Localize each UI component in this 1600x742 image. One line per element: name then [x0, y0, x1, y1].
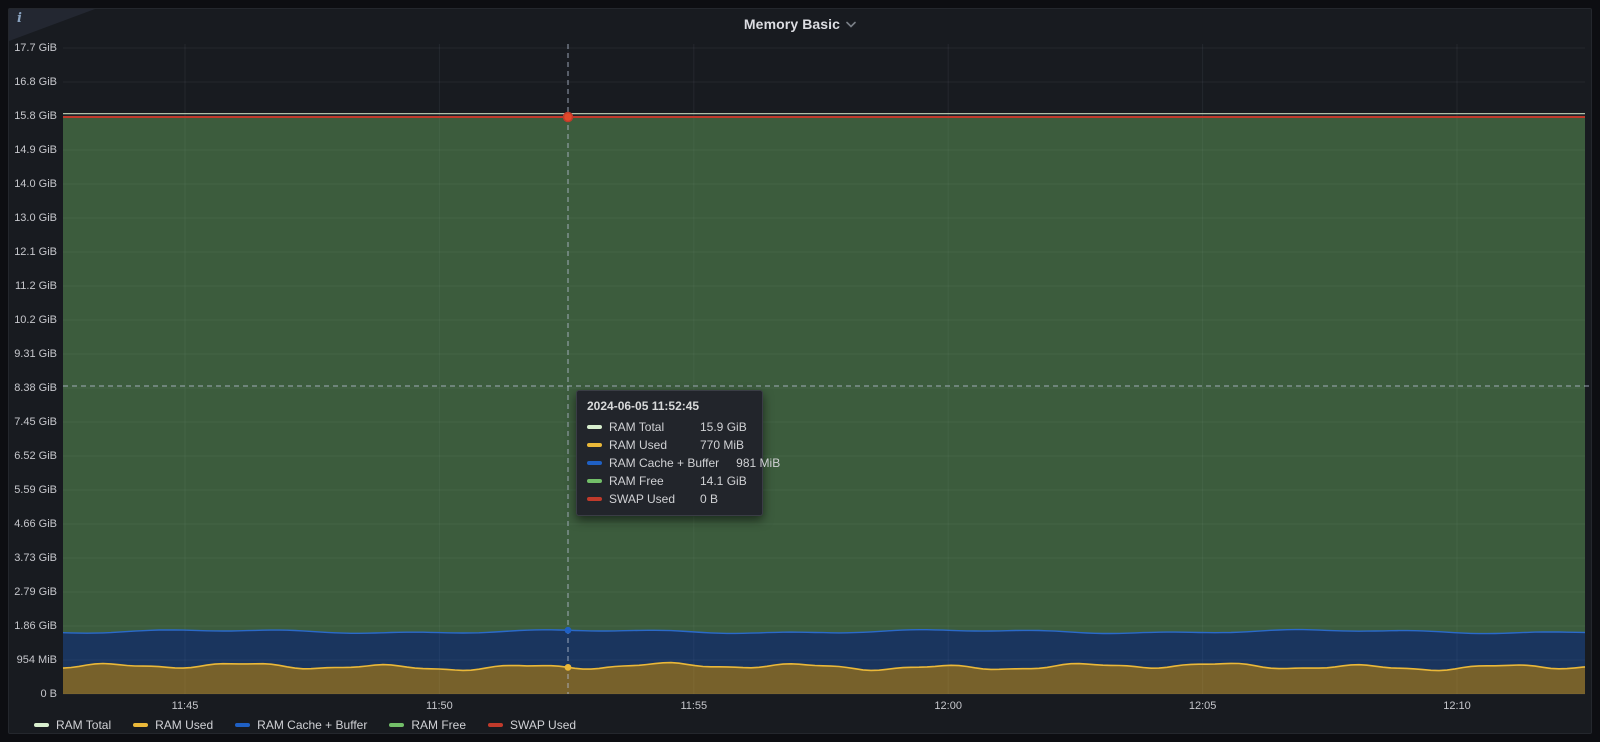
tooltip-row: RAM Cache + Buffer981 MiB [587, 456, 752, 470]
y-tick-label: 1.86 GiB [7, 620, 57, 632]
legend-label: SWAP Used [510, 718, 576, 732]
info-icon: i [17, 11, 22, 26]
legend-item[interactable]: SWAP Used [488, 718, 576, 732]
legend-item[interactable]: RAM Cache + Buffer [235, 718, 367, 732]
legend-color-swatch [133, 723, 148, 727]
y-tick-label: 8.38 GiB [7, 382, 57, 394]
panel-title: Memory Basic [744, 16, 840, 32]
legend-item[interactable]: RAM Total [34, 718, 111, 732]
legend-color-swatch [389, 723, 404, 727]
panel-header[interactable]: Memory Basic [8, 8, 1592, 40]
ram-cache-buffer-hover-point [565, 627, 572, 634]
legend-color-swatch [235, 723, 250, 727]
x-tick-label: 12:05 [1189, 700, 1217, 713]
y-tick-label: 4.66 GiB [7, 518, 57, 530]
legend-item[interactable]: RAM Free [389, 718, 466, 732]
y-tick-label: 2.79 GiB [7, 586, 57, 598]
legend-label: RAM Total [56, 718, 111, 732]
x-tick-label: 12:10 [1443, 700, 1471, 713]
panel-info-corner[interactable]: i [9, 9, 95, 41]
series-color-swatch [587, 479, 602, 483]
time-series-plot[interactable] [0, 0, 1600, 742]
y-tick-label: 9.31 GiB [7, 348, 57, 360]
y-tick-label: 7.45 GiB [7, 416, 57, 428]
y-tick-label: 10.2 GiB [7, 314, 57, 326]
tooltip-row: RAM Free 14.1 GiB [587, 474, 752, 488]
legend-color-swatch [488, 723, 503, 727]
x-tick-label: 11:55 [680, 700, 707, 713]
tooltip-series-value: 0 B [700, 492, 752, 506]
tooltip-series-label: RAM Free [609, 474, 693, 488]
tooltip-series-value: 981 MiB [736, 456, 788, 470]
tooltip-series-label: SWAP Used [609, 492, 693, 506]
y-tick-label: 11.2 GiB [7, 280, 57, 292]
tooltip-series-label: RAM Total [609, 420, 693, 434]
ram-used-hover-point [565, 664, 572, 671]
x-tick-label: 11:50 [426, 700, 453, 713]
tooltip-series-value: 14.1 GiB [700, 474, 752, 488]
y-tick-label: 15.8 GiB [7, 110, 57, 122]
series-color-swatch [587, 443, 602, 447]
y-tick-label: 14.0 GiB [7, 178, 57, 190]
chart-tooltip: 2024-06-05 11:52:45 RAM Total15.9 GiBRAM… [576, 390, 763, 516]
y-tick-label: 13.0 GiB [7, 212, 57, 224]
legend-item[interactable]: RAM Used [133, 718, 213, 732]
y-tick-label: 0 B [7, 688, 57, 700]
series-color-swatch [587, 497, 602, 501]
tooltip-row: SWAP Used 0 B [587, 492, 752, 506]
y-tick-label: 5.59 GiB [7, 484, 57, 496]
y-tick-label: 6.52 GiB [7, 450, 57, 462]
legend-label: RAM Free [411, 718, 466, 732]
y-tick-label: 16.8 GiB [7, 76, 57, 88]
y-tick-label: 12.1 GiB [7, 246, 57, 258]
tooltip-series-label: RAM Used [609, 438, 693, 452]
x-tick-label: 11:45 [172, 700, 199, 713]
swap-used-hover-point [564, 112, 573, 121]
tooltip-row: RAM Total 15.9 GiB [587, 420, 752, 434]
y-tick-label: 17.7 GiB [7, 42, 57, 54]
ram-free-area [63, 117, 1585, 634]
legend-label: RAM Used [155, 718, 213, 732]
tooltip-row: RAM Used 770 MiB [587, 438, 752, 452]
series-color-swatch [587, 425, 602, 429]
y-tick-label: 3.73 GiB [7, 552, 57, 564]
legend-color-swatch [34, 723, 49, 727]
legend-label: RAM Cache + Buffer [257, 718, 367, 732]
series-color-swatch [587, 461, 602, 465]
tooltip-rows: RAM Total 15.9 GiB RAM Used 770 MiB RAM Cach… [587, 420, 752, 506]
chevron-down-icon[interactable] [846, 15, 856, 33]
grafana-dashboard-page: i Memory Basic 0 B 954 MiB 1.86 GiB 2.79 Gi… [0, 0, 1600, 742]
tooltip-series-label: RAM Cache + Buffer [609, 456, 729, 470]
tooltip-timestamp: 2024-06-05 11:52:45 [587, 399, 752, 413]
tooltip-series-value: 770 MiB [700, 438, 752, 452]
chart-legend: RAM Total RAM Used RAM Cache + Buffer RAM F… [34, 716, 576, 733]
y-tick-label: 14.9 GiB [7, 144, 57, 156]
tooltip-series-value: 15.9 GiB [700, 420, 752, 434]
y-tick-label: 954 MiB [7, 654, 57, 666]
x-tick-label: 12:00 [934, 700, 962, 713]
